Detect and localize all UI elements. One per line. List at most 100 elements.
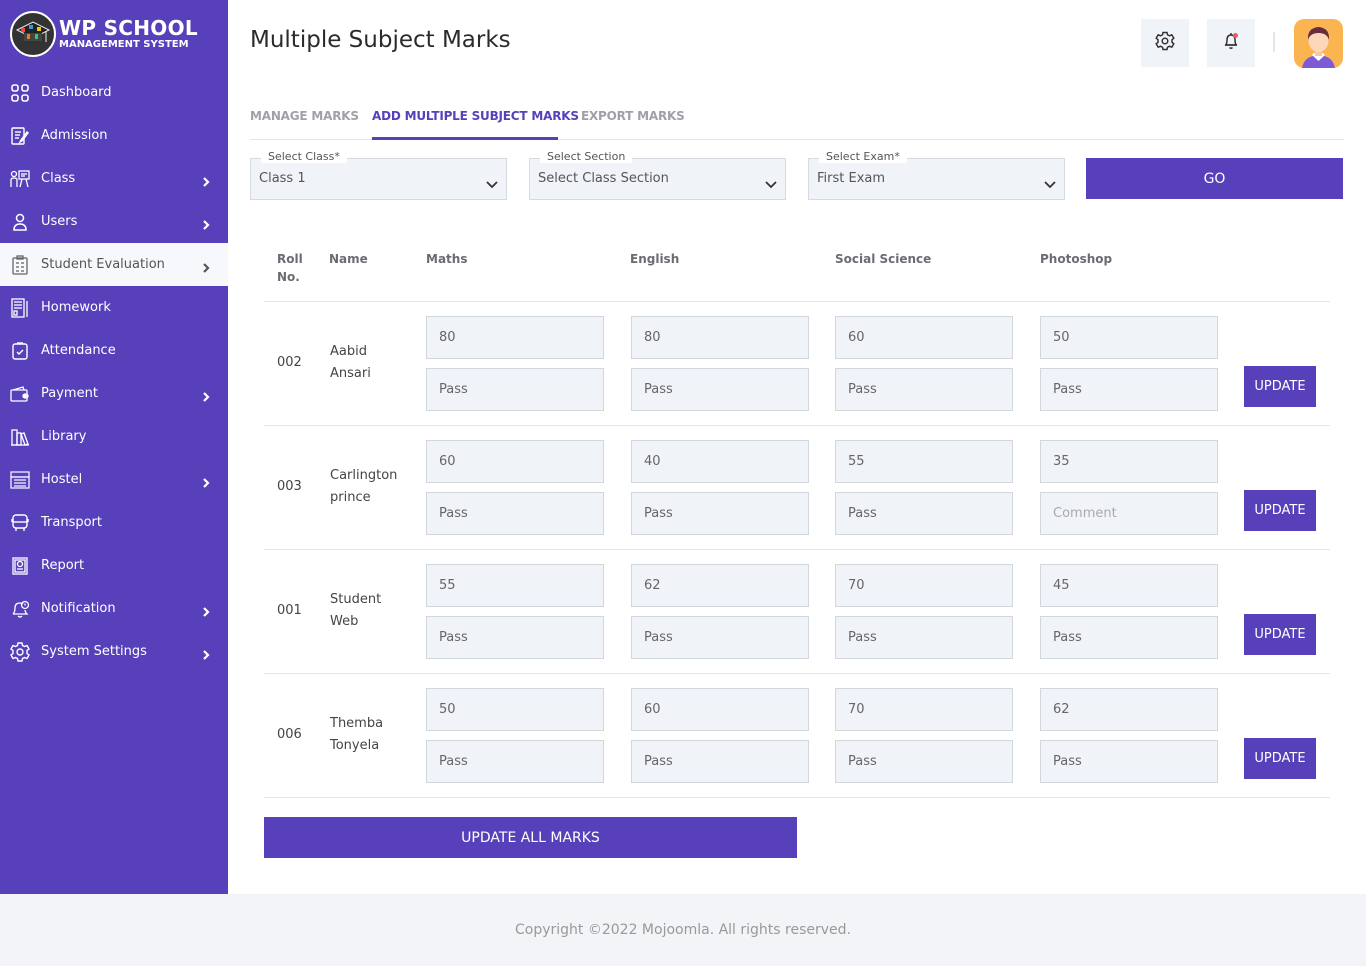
marks-input[interactable]: 35 <box>1040 440 1218 483</box>
notifications-button[interactable] <box>1207 19 1255 67</box>
sidebar-item-label: Transport <box>41 515 103 530</box>
class-icon <box>10 169 30 189</box>
comment-input[interactable]: Pass <box>631 740 809 783</box>
marks-input[interactable]: 45 <box>1040 564 1218 607</box>
select-class-label: Select Class* <box>261 150 347 163</box>
report-icon <box>10 556 30 576</box>
library-icon <box>10 427 30 447</box>
sidebar-item-homework[interactable]: Homework <box>0 286 228 329</box>
sidebar-item-label: Report <box>41 558 85 573</box>
marks-input[interactable]: 50 <box>1040 316 1218 359</box>
update-row-button[interactable]: UPDATE <box>1244 366 1316 407</box>
comment-input[interactable]: Comment <box>1040 492 1218 535</box>
select-exam[interactable]: Select Exam* First Exam <box>808 150 1065 200</box>
update-row-button[interactable]: UPDATE <box>1244 490 1316 531</box>
marks-input[interactable]: 70 <box>835 564 1013 607</box>
dashboard-icon <box>10 83 30 103</box>
chevron-right-icon <box>200 216 212 230</box>
comment-input[interactable]: Pass <box>631 616 809 659</box>
sidebar-item-hostel[interactable]: Hostel <box>0 458 228 501</box>
sidebar-item-transport[interactable]: Transport <box>0 501 228 544</box>
chevron-right-icon <box>200 474 212 488</box>
roll-number: 006 <box>277 727 302 742</box>
comment-input[interactable]: Pass <box>426 616 604 659</box>
sidebar-item-admission[interactable]: Admission <box>0 114 228 157</box>
avatar[interactable] <box>1294 19 1343 68</box>
student-last-name: Ansari <box>330 366 371 381</box>
comment-input[interactable]: Pass <box>835 492 1013 535</box>
comment-input[interactable]: Pass <box>1040 368 1218 411</box>
marks-input[interactable]: 80 <box>631 316 809 359</box>
comment-input[interactable]: Pass <box>631 368 809 411</box>
comment-input[interactable]: Pass <box>631 492 809 535</box>
notification-icon <box>10 599 30 619</box>
row-divider <box>264 549 1330 550</box>
chevron-right-icon <box>200 259 212 273</box>
select-class[interactable]: Select Class* Class 1 <box>250 150 507 200</box>
update-row-button[interactable]: UPDATE <box>1244 738 1316 779</box>
sidebar-item-users[interactable]: Users <box>0 200 228 243</box>
page-title: Multiple Subject Marks <box>250 27 511 53</box>
select-section[interactable]: Select Section Select Class Section <box>529 150 786 200</box>
student-first-name: Aabid <box>330 344 367 359</box>
sidebar-item-label: Homework <box>41 300 111 315</box>
marks-input[interactable]: 55 <box>835 440 1013 483</box>
update-all-marks-button[interactable]: UPDATE ALL MARKS <box>264 817 797 858</box>
marks-input[interactable]: 60 <box>835 316 1013 359</box>
sidebar-item-label: Attendance <box>41 343 116 358</box>
marks-input[interactable]: 60 <box>426 440 604 483</box>
comment-input[interactable]: Pass <box>426 492 604 535</box>
sidebar-item-label: Hostel <box>41 472 83 487</box>
chevron-down-icon <box>486 174 498 189</box>
sidebar-item-student-evaluation[interactable]: Student Evaluation <box>0 243 228 286</box>
sidebar-nav: Dashboard Admission Class Users Student … <box>0 71 228 673</box>
update-row-button[interactable]: UPDATE <box>1244 614 1316 655</box>
tab-add-multiple-subject-marks[interactable]: ADD MULTIPLE SUBJECT MARKS <box>372 109 579 123</box>
comment-input[interactable]: Pass <box>426 740 604 783</box>
sidebar-item-attendance[interactable]: Attendance <box>0 329 228 372</box>
comment-input[interactable]: Pass <box>426 368 604 411</box>
student-name: Carlington prince <box>330 465 397 509</box>
sidebar-item-report[interactable]: Report <box>0 544 228 587</box>
sidebar-item-payment[interactable]: Payment <box>0 372 228 415</box>
go-button[interactable]: GO <box>1086 158 1343 199</box>
select-section-label: Select Section <box>540 150 633 163</box>
column-header-maths: Maths <box>426 252 468 266</box>
marks-input[interactable]: 40 <box>631 440 809 483</box>
marks-input[interactable]: 80 <box>426 316 604 359</box>
marks-input[interactable]: 60 <box>631 688 809 731</box>
sidebar-item-library[interactable]: Library <box>0 415 228 458</box>
comment-input[interactable]: Pass <box>835 740 1013 783</box>
sidebar-item-dashboard[interactable]: Dashboard <box>0 71 228 114</box>
sidebar-item-label: Admission <box>41 128 108 143</box>
settings-button[interactable] <box>1141 19 1189 67</box>
user-icon <box>10 212 30 232</box>
comment-input[interactable]: Pass <box>1040 616 1218 659</box>
marks-input[interactable]: 55 <box>426 564 604 607</box>
chevron-down-icon <box>1044 174 1056 189</box>
sidebar-item-class[interactable]: Class <box>0 157 228 200</box>
sidebar-item-label: Payment <box>41 386 98 401</box>
attendance-icon <box>10 341 30 361</box>
marks-input[interactable]: 62 <box>631 564 809 607</box>
row-divider <box>264 673 1330 674</box>
sidebar-item-system-settings[interactable]: System Settings <box>0 630 228 673</box>
student-name: Aabid Ansari <box>330 341 371 385</box>
comment-input[interactable]: Pass <box>835 368 1013 411</box>
comment-input[interactable]: Pass <box>835 616 1013 659</box>
sidebar-item-notification[interactable]: Notification <box>0 587 228 630</box>
sidebar-item-label: Users <box>41 214 78 229</box>
marks-input[interactable]: 62 <box>1040 688 1218 731</box>
brand-subtitle: MANAGEMENT SYSTEM <box>59 39 189 50</box>
tab-manage-marks[interactable]: MANAGE MARKS <box>250 109 359 123</box>
brand-logo[interactable]: WP SCHOOL MANAGEMENT SYSTEM <box>10 11 198 57</box>
marks-input[interactable]: 50 <box>426 688 604 731</box>
homework-icon <box>10 297 30 318</box>
student-name: Themba Tonyela <box>330 713 383 757</box>
marks-input[interactable]: 70 <box>835 688 1013 731</box>
sidebar-item-label: Library <box>41 429 87 444</box>
column-header-name: Name <box>329 252 368 266</box>
comment-input[interactable]: Pass <box>1040 740 1218 783</box>
tab-export-marks[interactable]: EXPORT MARKS <box>581 109 685 123</box>
sidebar-item-label: System Settings <box>41 644 147 659</box>
